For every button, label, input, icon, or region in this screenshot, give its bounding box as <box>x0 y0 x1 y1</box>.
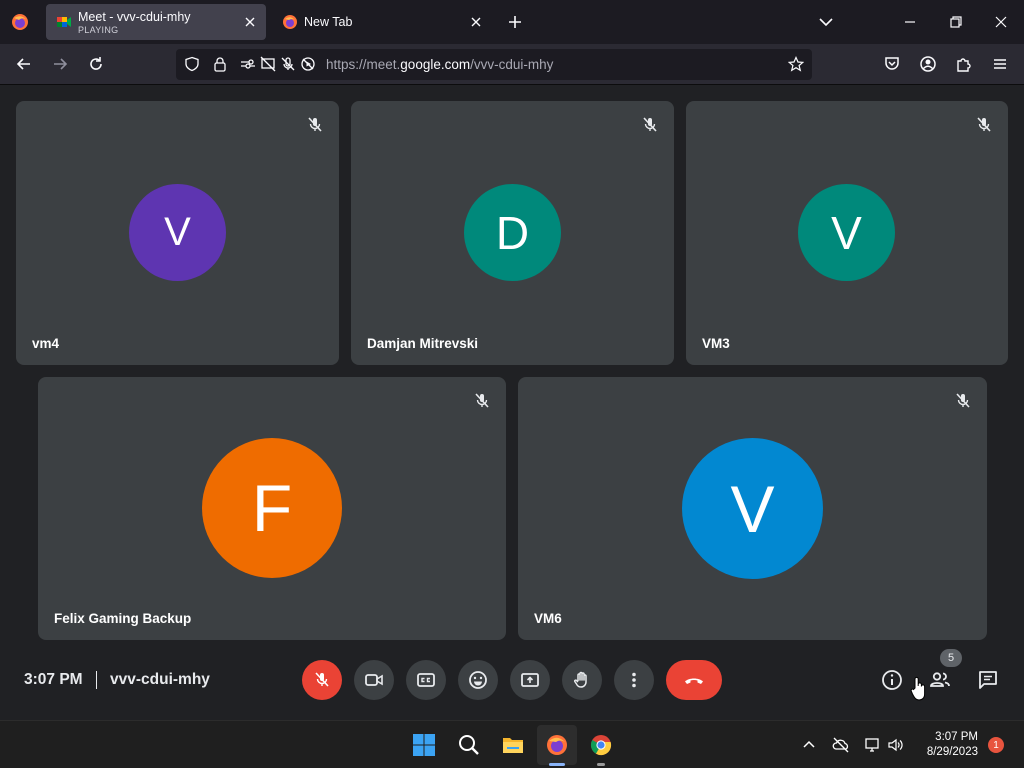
network-icon[interactable] <box>864 736 882 754</box>
windows-taskbar: 3:07 PM 8/29/2023 1 <box>0 720 1024 768</box>
participant-name: vm4 <box>32 336 60 351</box>
avatar: V <box>798 184 895 281</box>
tab-title: New Tab <box>304 15 353 29</box>
notification-badge[interactable]: 1 <box>988 737 1004 753</box>
browser-tab-bar: Meet - vvv-cdui-mhy PLAYING New Tab <box>0 0 1024 44</box>
restore-icon[interactable] <box>946 12 966 32</box>
search-icon[interactable] <box>457 733 481 757</box>
microphone-off-icon <box>315 672 329 687</box>
chat-icon[interactable] <box>976 668 1000 692</box>
meet-stage: V vm4 D Damjan Mitrevski V VM3 F Felix G… <box>0 85 1024 720</box>
raise-hand-button[interactable] <box>562 660 602 700</box>
firefox-menu-icon[interactable] <box>8 10 32 34</box>
more-vertical-icon <box>632 672 636 688</box>
present-screen-button[interactable] <box>510 660 550 700</box>
forward-arrow-icon[interactable] <box>50 54 70 74</box>
running-indicator <box>549 763 565 766</box>
avatar: V <box>129 184 226 281</box>
tracking-shield-icon[interactable] <box>184 56 200 72</box>
google-meet-icon <box>56 14 72 30</box>
microphone-blocked-icon[interactable] <box>280 56 296 72</box>
participant-name: VM3 <box>702 336 730 351</box>
participant-tile[interactable]: F Felix Gaming Backup <box>38 377 506 640</box>
closed-captions-icon <box>417 673 435 687</box>
participant-tile[interactable]: V VM6 <box>518 377 987 640</box>
taskbar-clock[interactable]: 3:07 PM 8/29/2023 <box>920 730 978 760</box>
participant-name: Damjan Mitrevski <box>367 336 479 351</box>
microphone-muted-icon <box>640 115 660 135</box>
avatar: D <box>464 184 561 281</box>
reload-icon[interactable] <box>86 54 106 74</box>
url-text[interactable]: https://meet.google.com/vvv-cdui-mhy <box>326 57 553 72</box>
permissions-icon[interactable] <box>240 56 256 72</box>
close-icon[interactable] <box>468 14 484 30</box>
hamburger-menu-icon[interactable] <box>990 54 1010 74</box>
taskbar-date: 8/29/2023 <box>926 746 978 758</box>
screen-share-blocked-icon[interactable] <box>260 56 276 72</box>
close-window-icon[interactable] <box>991 12 1011 32</box>
pocket-icon[interactable] <box>882 54 902 74</box>
url-domain: google.com <box>400 57 471 72</box>
tab-meet[interactable]: Meet - vvv-cdui-mhy PLAYING <box>46 4 266 40</box>
minimize-icon[interactable] <box>900 12 920 32</box>
file-explorer-folder-icon[interactable] <box>501 733 525 757</box>
list-all-tabs-chevron-icon[interactable] <box>816 12 836 32</box>
reactions-button[interactable] <box>458 660 498 700</box>
url-path: /vvv-cdui-mhy <box>470 57 554 72</box>
people-icon[interactable] <box>928 668 952 692</box>
participant-count-badge: 5 <box>940 649 962 667</box>
browser-nav-bar: https://meet.google.com/vvv-cdui-mhy <box>0 44 1024 85</box>
lock-icon[interactable] <box>212 56 228 72</box>
autoplay-blocked-icon[interactable] <box>300 56 316 72</box>
back-arrow-icon[interactable] <box>14 54 34 74</box>
video-camera-icon <box>365 674 383 686</box>
participant-tile[interactable]: D Damjan Mitrevski <box>351 101 674 365</box>
account-icon[interactable] <box>918 54 938 74</box>
meeting-code: vvv-cdui-mhy <box>110 671 210 688</box>
present-screen-icon <box>521 673 539 687</box>
tab-new-tab[interactable]: New Tab <box>272 4 492 40</box>
url-bar[interactable]: https://meet.google.com/vvv-cdui-mhy <box>176 49 812 80</box>
avatar: V <box>682 438 823 579</box>
new-tab-plus-icon[interactable] <box>505 12 525 32</box>
meeting-time: 3:07 PM <box>24 671 83 688</box>
microphone-muted-icon <box>305 115 325 135</box>
avatar: F <box>202 438 342 578</box>
microphone-muted-icon <box>974 115 994 135</box>
chrome-taskbar-icon[interactable] <box>589 733 613 757</box>
hang-up-phone-icon <box>685 678 703 684</box>
emoji-smile-icon <box>469 671 487 689</box>
more-options-button[interactable] <box>614 660 654 700</box>
microphone-muted-icon <box>953 391 973 411</box>
microphone-muted-icon <box>472 391 492 411</box>
participant-tile[interactable]: V vm4 <box>16 101 339 365</box>
participant-name: Felix Gaming Backup <box>54 611 192 626</box>
url-scheme: https://meet. <box>326 57 401 72</box>
taskbar-time: 3:07 PM <box>935 731 978 743</box>
tray-chevron-up-icon[interactable] <box>800 736 818 754</box>
mouse-hand-cursor-icon <box>910 676 928 702</box>
raise-hand-icon <box>574 671 587 688</box>
mic-toggle-button[interactable] <box>302 660 342 700</box>
camera-toggle-button[interactable] <box>354 660 394 700</box>
windows-start-icon[interactable] <box>412 733 436 757</box>
extensions-icon[interactable] <box>954 54 974 74</box>
meet-control-bar: 3:07 PM vvv-cdui-mhy 5 <box>0 640 1024 720</box>
firefox-icon <box>282 14 298 30</box>
volume-speaker-icon[interactable] <box>886 736 904 754</box>
firefox-taskbar-icon[interactable] <box>545 733 569 757</box>
participant-tile[interactable]: V VM3 <box>686 101 1008 365</box>
tab-title: Meet - vvv-cdui-mhy <box>78 10 191 24</box>
captions-button[interactable] <box>406 660 446 700</box>
divider <box>96 671 97 689</box>
running-indicator <box>597 763 605 766</box>
bookmark-star-icon[interactable] <box>788 56 804 72</box>
participant-name: VM6 <box>534 611 562 626</box>
onedrive-cloud-icon[interactable] <box>832 736 850 754</box>
tab-playing-label: PLAYING <box>78 25 119 35</box>
leave-call-button[interactable] <box>666 660 722 700</box>
meeting-details-info-icon[interactable] <box>880 668 904 692</box>
close-icon[interactable] <box>242 14 258 30</box>
